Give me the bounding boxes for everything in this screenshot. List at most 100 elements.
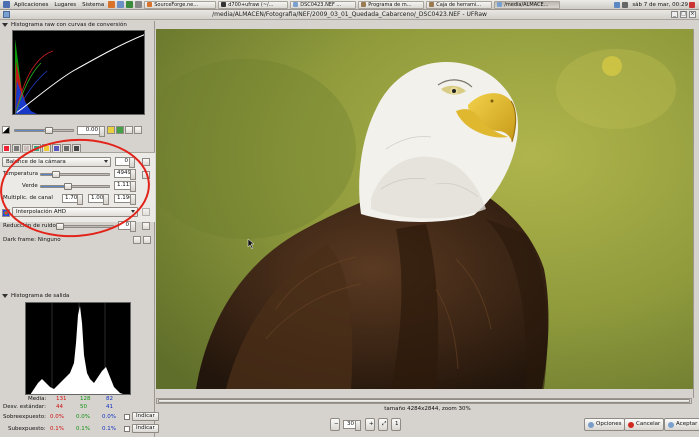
top-panel: Aplicaciones Lugares Sistema SourceForge… bbox=[0, 0, 699, 10]
menu-sistema[interactable]: Sistema bbox=[79, 0, 107, 10]
dark-frame-label: Dark frame: Ninguno bbox=[3, 237, 61, 243]
network-icon[interactable] bbox=[614, 1, 621, 8]
firefox-icon bbox=[147, 2, 153, 7]
raw-histogram[interactable] bbox=[12, 30, 145, 115]
task-dsc0423[interactable]: DSC0423.NEF ... bbox=[290, 0, 357, 9]
cancel-button[interactable]: Cancelar bbox=[624, 418, 665, 431]
channel-mult-label: Multiplic. de canal bbox=[3, 195, 53, 201]
vertical-scrollbar[interactable] bbox=[693, 29, 699, 398]
green-slider[interactable] bbox=[40, 183, 110, 190]
dark-frame-value: Ninguno bbox=[37, 237, 61, 243]
underexposed-indicate-button[interactable]: Indicar bbox=[132, 424, 159, 433]
accept-icon bbox=[668, 421, 674, 428]
firefox-launcher-icon[interactable] bbox=[108, 1, 116, 8]
horizontal-scrollbar[interactable] bbox=[156, 398, 692, 404]
interpolation-select[interactable]: Interpolación AHD bbox=[12, 207, 138, 217]
accept-button[interactable]: Aceptar bbox=[664, 418, 699, 431]
task-ufraw[interactable]: /media/ALMACE... bbox=[494, 0, 561, 9]
zoom-value[interactable]: 30 bbox=[343, 420, 361, 431]
temperature-slider-handle[interactable] bbox=[52, 171, 61, 178]
horizontal-scroll-thumb[interactable] bbox=[158, 399, 690, 403]
cancel-icon bbox=[628, 421, 634, 428]
white-balance-page: Balance de la cámara 0 Temperatura 4949 … bbox=[0, 152, 155, 222]
help-launcher-icon[interactable] bbox=[126, 1, 134, 8]
interpolation-icon bbox=[2, 209, 10, 217]
close-button[interactable]: × bbox=[689, 11, 696, 18]
show-desktop-icon[interactable] bbox=[135, 1, 143, 8]
clip-highlights-icon[interactable] bbox=[125, 126, 133, 134]
maximize-button[interactable]: □ bbox=[680, 11, 687, 18]
options-button[interactable]: Opciones bbox=[584, 418, 626, 431]
image-preview[interactable] bbox=[156, 29, 694, 389]
output-histogram[interactable] bbox=[25, 302, 131, 395]
wb-reset-icon[interactable] bbox=[142, 158, 150, 166]
zoom-out-icon: − bbox=[334, 421, 339, 427]
wb-preset-select[interactable]: Balance de la cámara bbox=[2, 157, 111, 167]
mult-red-value[interactable]: 1.707 bbox=[62, 194, 83, 205]
save-tab-icon bbox=[64, 146, 69, 151]
dark-frame-open-icon[interactable] bbox=[133, 236, 141, 244]
window-titlebar[interactable]: /media/ALMACEN/Fotografia/NEF/2009_03_01… bbox=[0, 10, 699, 20]
image-size-label: tamaño 4284x2844, zoom 30% bbox=[384, 406, 471, 412]
overexposed-indicate-button[interactable]: Indicar bbox=[132, 412, 159, 421]
dark-frame-clear-icon[interactable] bbox=[143, 236, 151, 244]
mult-blue-value[interactable]: 1.196 bbox=[114, 194, 136, 205]
gnome-foot-icon[interactable] bbox=[3, 1, 10, 8]
output-histogram-graph bbox=[30, 303, 123, 394]
menu-aplicaciones[interactable]: Aplicaciones bbox=[11, 0, 51, 10]
exposure-value[interactable]: 0.00 bbox=[77, 125, 105, 137]
mult-green-value[interactable]: 1.000 bbox=[88, 194, 109, 205]
auto-exposure-icon[interactable] bbox=[107, 126, 115, 134]
minimize-button[interactable]: _ bbox=[671, 11, 678, 18]
overexposed-indicate-checkbox[interactable] bbox=[124, 414, 130, 420]
ufraw-icon bbox=[497, 2, 503, 7]
zoom-in-icon: + bbox=[369, 421, 374, 427]
left-panel: Histograma raw con curvas de conversión … bbox=[0, 21, 159, 437]
corrections-tab-icon bbox=[44, 146, 49, 151]
reset-exposure-icon[interactable] bbox=[134, 126, 142, 134]
task-terminal[interactable]: d700+ufraw (~/... bbox=[218, 0, 289, 9]
zoom-fit-button[interactable]: ⤢ bbox=[378, 418, 388, 431]
task-sourceforge[interactable]: SourceForge.ne... bbox=[144, 0, 217, 9]
underexposed-indicate-checkbox[interactable] bbox=[124, 426, 130, 432]
task-programa[interactable]: Programa de m... bbox=[358, 0, 425, 9]
window-title: /media/ALMACEN/Fotografia/NEF/2009_03_01… bbox=[212, 11, 487, 18]
wb-preset-spin[interactable]: 0 bbox=[115, 157, 135, 168]
zoom-out-button[interactable]: − bbox=[330, 418, 340, 431]
temperature-label: Temperatura bbox=[3, 171, 38, 177]
toolbox-icon bbox=[429, 2, 435, 7]
panel-clock[interactable]: sáb 7 de mar, 00:29 bbox=[632, 2, 688, 8]
noise-reset-icon[interactable] bbox=[142, 222, 150, 230]
window-menu-icon[interactable] bbox=[3, 11, 10, 18]
volume-icon[interactable] bbox=[622, 1, 629, 8]
green-slider-handle[interactable] bbox=[63, 183, 72, 190]
restore-exposure-icon[interactable] bbox=[116, 126, 124, 134]
chevron-down-icon bbox=[104, 160, 108, 163]
interpolation-reset-icon[interactable] bbox=[142, 208, 150, 216]
grayscale-tab-icon bbox=[14, 146, 19, 151]
noise-reduction-slider-handle[interactable] bbox=[56, 223, 64, 230]
power-icon[interactable] bbox=[689, 1, 695, 8]
menu-lugares[interactable]: Lugares bbox=[51, 0, 79, 10]
exposure-row: 0.00 bbox=[2, 125, 143, 137]
noise-reduction-label: Reducción de ruido bbox=[3, 223, 56, 229]
temperature-value[interactable]: 4949 bbox=[114, 169, 136, 180]
window-controls: _ □ × bbox=[669, 11, 696, 18]
spot-wb-picker-icon[interactable] bbox=[142, 171, 150, 179]
exposure-slider[interactable] bbox=[14, 126, 74, 134]
noise-reduction-slider[interactable] bbox=[56, 223, 114, 230]
exposure-slider-handle[interactable] bbox=[45, 126, 53, 134]
zoom-100-button[interactable]: 1 bbox=[391, 418, 401, 431]
raw-histogram-expander[interactable]: Histograma raw con curvas de conversión bbox=[2, 21, 127, 29]
task-caja-herramientas[interactable]: Caja de herrami... bbox=[426, 0, 493, 9]
noise-reduction-value[interactable]: 0 bbox=[118, 221, 136, 232]
expander-arrow-icon bbox=[2, 294, 8, 298]
green-value[interactable]: 1.115 bbox=[114, 181, 136, 192]
zoom-in-button[interactable]: + bbox=[365, 418, 375, 431]
green-label: Verde bbox=[22, 183, 38, 189]
temperature-slider[interactable] bbox=[40, 171, 110, 178]
output-histogram-expander[interactable]: Histograma de salida bbox=[2, 292, 69, 300]
mail-launcher-icon[interactable] bbox=[117, 1, 125, 8]
stats-mean-row: Media: 131 128 82 bbox=[28, 396, 113, 402]
panel-menus: Aplicaciones Lugares Sistema bbox=[0, 0, 143, 10]
